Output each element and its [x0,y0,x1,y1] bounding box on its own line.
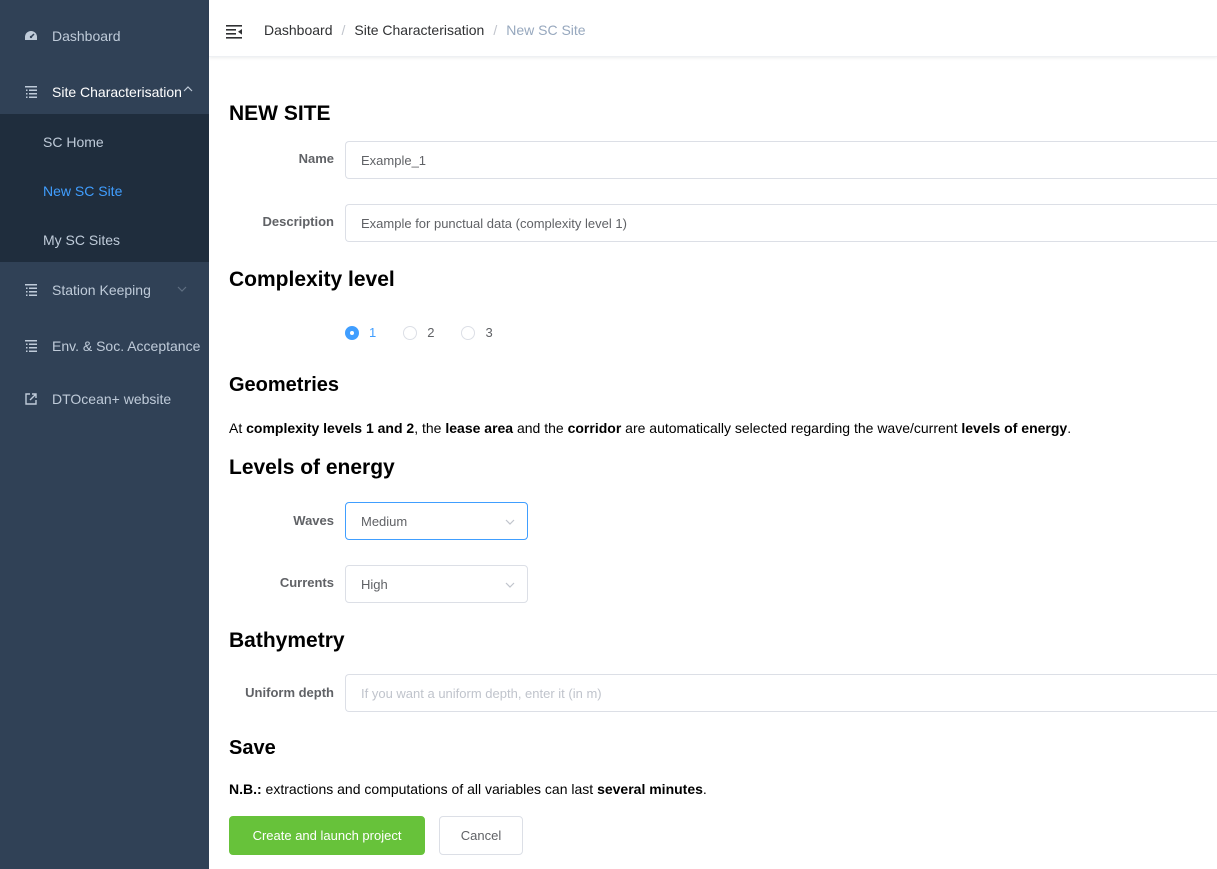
text-bold: corridor [567,420,622,436]
text-bold: N.B.: [229,781,262,797]
text: At [229,420,247,436]
sidebar-item-dtocean-website[interactable]: DTOcean+ website [0,371,209,427]
waves-select-value: Medium [361,513,408,529]
text-bold: several minutes [597,781,703,797]
sidebar-item-label: Dashboard [52,28,121,44]
radio-circle [345,325,359,340]
uniform-depth-label: Uniform depth [245,685,334,700]
text: . [702,781,707,797]
radio-circle [403,325,418,340]
sidebar-submenu: SC Home New SC Site My SC Sites [0,114,209,262]
radio-label: 2 [427,325,435,340]
main-content: NEW SITE Name Example_1 Description Exam… [229,0,1217,869]
chevron-down-icon [177,284,187,294]
complexity-radio-3[interactable]: 3 [461,325,493,340]
dashboard-icon [24,29,38,43]
text-bold: lease area [445,420,514,436]
complexity-radio-group: 1 2 3 [345,325,520,340]
currents-label: Currents [279,575,334,590]
sidebar-subitem-my-sc-sites[interactable]: My SC Sites [0,216,209,264]
list-icon [24,339,38,353]
geometries-text: At complexity levels 1 and 2, the lease … [229,420,1071,436]
sidebar-subitem-new-sc-site[interactable]: New SC Site [0,167,209,215]
sidebar-subitem-sc-home[interactable]: SC Home [0,118,209,166]
sidebar-item-station-keeping[interactable]: Station Keeping [0,262,209,318]
sidebar-item-site-characterisation[interactable]: Site Characterisation [0,64,209,120]
radio-label: 3 [485,325,493,340]
complexity-radio-2[interactable]: 2 [403,325,434,340]
text-bold: levels of energy [961,420,1068,436]
name-input[interactable]: Example_1 [345,141,1217,179]
complexity-radio-1[interactable]: 1 [345,325,376,340]
sidebar: Dashboard Site Characterisation SC Home … [0,0,209,869]
text: . [1067,420,1072,436]
cancel-button[interactable]: Cancel [439,816,523,855]
energy-heading: Levels of energy [229,456,395,479]
radio-label: 1 [369,325,377,340]
sidebar-item-label: Env. & Soc. Acceptance [52,338,201,354]
text: and the [513,420,568,436]
sidebar-item-label: Station Keeping [52,282,151,298]
radio-circle [461,325,476,340]
uniform-depth-input[interactable]: If you want a uniform depth, enter it (i… [345,674,1217,712]
geometries-heading: Geometries [229,374,340,396]
text: are automatically selected regarding the… [621,420,962,436]
text: , the [414,420,446,436]
page-title: NEW SITE [229,102,331,125]
bathymetry-heading: Bathymetry [229,629,345,652]
create-and-launch-button[interactable]: Create and launch project [229,816,425,855]
external-link-icon [24,392,38,406]
sidebar-item-env-soc-acceptance[interactable]: Env. & Soc. Acceptance [0,318,209,374]
chevron-down-icon [505,580,515,590]
save-note: N.B.: extractions and computations of al… [229,781,707,797]
complexity-heading: Complexity level [229,268,395,291]
waves-label: Waves [293,513,334,528]
sidebar-subitem-label: My SC Sites [43,232,121,248]
chevron-down-icon [505,517,515,527]
currents-select-value: High [361,576,388,592]
waves-select[interactable]: Medium [345,502,528,540]
save-heading: Save [229,737,276,759]
chevron-up-icon [183,84,193,94]
list-icon [24,85,38,99]
currents-select[interactable]: High [345,565,528,603]
sidebar-subitem-label: SC Home [43,134,104,150]
list-icon [24,283,38,297]
description-label: Description [262,214,334,229]
sidebar-item-dashboard[interactable]: Dashboard [0,8,209,64]
text: extractions and computations of all vari… [261,781,598,797]
sidebar-item-label: DTOcean+ website [52,391,172,407]
sidebar-item-label: Site Characterisation [52,84,182,100]
sidebar-subitem-label: New SC Site [43,183,123,199]
text-bold: complexity levels 1 and 2 [246,420,415,436]
name-label: Name [298,151,334,166]
description-input[interactable]: Example for punctual data (complexity le… [345,204,1217,242]
